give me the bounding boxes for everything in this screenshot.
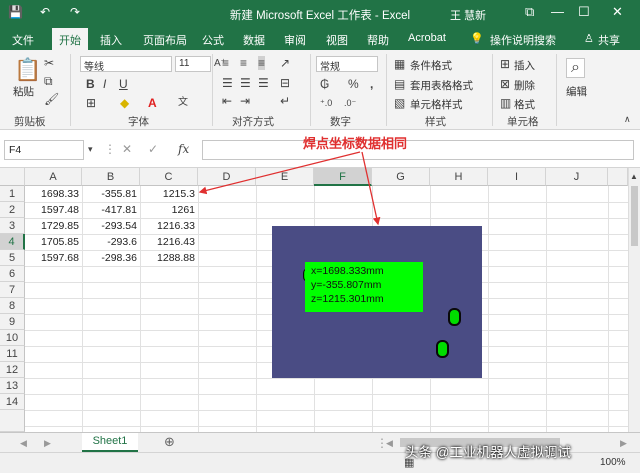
add-sheet-icon[interactable]: ⊕ [164, 435, 175, 449]
annotation-arrows [198, 151, 381, 226]
scroll-left-icon[interactable]: ◀ [386, 436, 393, 450]
next-sheet-icon[interactable]: ▶ [44, 436, 51, 450]
arrow-to-callout [361, 151, 381, 226]
zoom-level[interactable]: 100% [600, 457, 626, 468]
prev-sheet-icon[interactable]: ◀ [20, 436, 27, 450]
sheet-tab-sheet1[interactable]: Sheet1 [82, 433, 138, 452]
scroll-right-icon[interactable]: ▶ [620, 436, 627, 450]
watermark: 头条 @工业机器人虚拟调试 [405, 445, 571, 460]
arrow-to-cell [198, 151, 361, 195]
